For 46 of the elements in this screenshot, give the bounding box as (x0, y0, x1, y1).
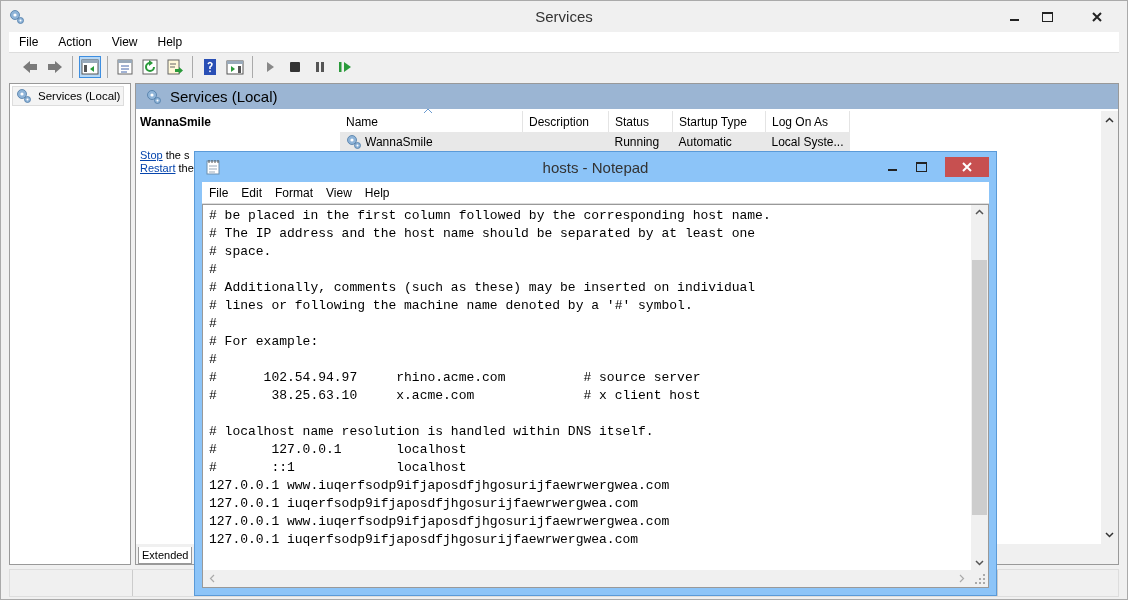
window-title: hosts - Notepad (542, 158, 649, 176)
maximize-icon[interactable] (916, 162, 927, 172)
console-tree-icon (81, 58, 99, 76)
service-name: WannaSmile (140, 115, 212, 129)
table-row[interactable]: WannaSmile Running Automatic Local Syste... (340, 132, 850, 152)
menu-item[interactable]: File (9, 35, 49, 49)
menu-item[interactable]: Format (268, 185, 320, 200)
close-icon (1092, 11, 1102, 22)
window-title: Services (535, 8, 593, 25)
menu-item[interactable]: View (319, 185, 358, 200)
back-arrow-icon (21, 58, 39, 76)
menu-item[interactable]: Help (357, 185, 396, 200)
close-icon (962, 162, 972, 172)
table-cell: Automatic (678, 135, 732, 149)
menu-item[interactable]: View (101, 35, 148, 49)
services-gear-icon (9, 8, 25, 25)
menu-item[interactable]: Edit (234, 185, 269, 200)
scroll-up-icon[interactable] (1105, 117, 1114, 123)
gear-icon (346, 134, 362, 150)
scrollbar-thumb[interactable] (972, 260, 987, 515)
action-link[interactable]: Stop (140, 149, 163, 161)
help-icon (201, 58, 219, 76)
export-list-icon (166, 58, 184, 76)
scroll-down-icon[interactable] (1105, 532, 1114, 538)
menu-item[interactable]: File (202, 185, 235, 200)
view-tab[interactable]: Extended (138, 547, 193, 564)
table-cell: Running (614, 135, 660, 149)
gear-icon (146, 88, 162, 105)
menu-item[interactable]: Help (147, 35, 193, 49)
forward-arrow-icon (46, 58, 64, 76)
scroll-down-icon[interactable] (975, 560, 984, 566)
table-cell: Local Syste... (771, 135, 844, 149)
properties-icon (116, 58, 134, 76)
action-pane-icon (226, 58, 244, 76)
table-cell: WannaSmile (365, 135, 433, 149)
maximize-icon[interactable] (1042, 11, 1053, 22)
panel-title: Services (Local) (170, 88, 278, 105)
menu-item[interactable]: Action (48, 35, 102, 49)
toolbar-button[interactable] (79, 56, 101, 78)
action-link[interactable]: Restart (140, 162, 176, 174)
scroll-up-icon[interactable] (975, 209, 984, 215)
tree-item[interactable]: Services (Local) (12, 86, 125, 106)
refresh-icon (141, 58, 159, 76)
notepad-icon (206, 159, 220, 175)
sort-caret-icon (424, 108, 432, 113)
gear-icon (16, 88, 32, 104)
